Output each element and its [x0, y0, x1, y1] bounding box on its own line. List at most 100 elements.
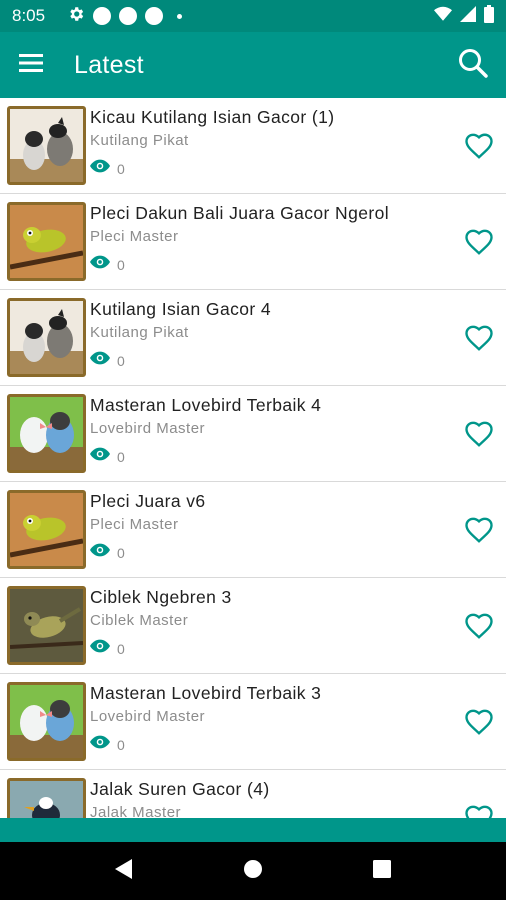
list-item[interactable]: Pleci Juara v6 Pleci Master 0 — [0, 482, 506, 578]
list-item-title: Ciblek Ngebren 3 — [90, 587, 232, 607]
wifi-icon — [434, 6, 452, 27]
home-circle-icon — [243, 859, 263, 884]
system-navigation-bar — [0, 842, 506, 900]
view-count: 0 — [90, 255, 506, 274]
view-count-value: 0 — [117, 544, 125, 561]
list-item-subtitle: Jalak Master — [90, 804, 182, 818]
white-eye-bird-thumbnail — [7, 490, 86, 569]
favorite-button[interactable] — [464, 323, 494, 353]
favorite-button[interactable] — [464, 227, 494, 257]
bulbul-birds-thumbnail — [7, 298, 86, 377]
notification-dot-icon — [119, 7, 138, 25]
menu-button[interactable] — [0, 32, 64, 98]
view-count: 0 — [90, 735, 506, 754]
list-item-subtitle: Lovebird Master — [90, 420, 206, 437]
list-item-title: Masteran Lovebird Terbaik 4 — [90, 395, 322, 415]
status-left-group: 8:05 — [12, 5, 183, 28]
prinia-bird-thumbnail — [7, 586, 86, 665]
view-count-value: 0 — [117, 256, 125, 273]
eye-icon — [90, 735, 110, 754]
list-item-title: Jalak Suren Gacor (4) — [90, 779, 270, 799]
back-triangle-icon — [114, 858, 134, 885]
list-item-text: Pleci Dakun Bali Juara Gacor Ngerol Plec… — [90, 194, 506, 274]
list-item-subtitle: Kutilang Pikat — [90, 132, 189, 149]
list-item-title: Masteran Lovebird Terbaik 3 — [90, 683, 322, 703]
recents-button[interactable] — [362, 851, 402, 891]
list-item[interactable]: Masteran Lovebird Terbaik 4 Lovebird Mas… — [0, 386, 506, 482]
list-item-text: Masteran Lovebird Terbaik 3 Lovebird Mas… — [90, 674, 506, 754]
list-item-subtitle: Lovebird Master — [90, 708, 206, 725]
list-item-text: Kutilang Isian Gacor 4 Kutilang Pikat 0 — [90, 290, 506, 370]
view-count-value: 0 — [117, 736, 125, 753]
search-icon — [457, 47, 489, 84]
view-count-value: 0 — [117, 448, 125, 465]
settings-gear-icon — [67, 5, 85, 28]
list-item[interactable]: Ciblek Ngebren 3 Ciblek Master 0 — [0, 578, 506, 674]
list-item[interactable]: Kutilang Isian Gacor 4 Kutilang Pikat 0 — [0, 290, 506, 386]
favorite-button[interactable] — [464, 803, 494, 818]
notification-dot-icon — [93, 7, 112, 25]
heart-outline-icon — [464, 421, 494, 453]
lovebirds-thumbnail — [7, 682, 86, 761]
heart-outline-icon — [464, 229, 494, 261]
eye-icon — [90, 447, 110, 466]
heart-outline-icon — [464, 517, 494, 549]
view-count: 0 — [90, 351, 506, 370]
list-item-text: Pleci Juara v6 Pleci Master 0 — [90, 482, 506, 562]
search-button[interactable] — [440, 32, 506, 98]
list-item-text: Kicau Kutilang Isian Gacor (1) Kutilang … — [90, 98, 506, 178]
list-item[interactable]: Jalak Suren Gacor (4) Jalak Master 0 — [0, 770, 506, 818]
white-eye-bird-thumbnail — [7, 202, 86, 281]
favorite-button[interactable] — [464, 515, 494, 545]
track-list[interactable]: Kicau Kutilang Isian Gacor (1) Kutilang … — [0, 98, 506, 818]
eye-icon — [90, 543, 110, 562]
heart-outline-icon — [464, 133, 494, 165]
bulbul-birds-thumbnail — [7, 106, 86, 185]
recents-square-icon — [372, 859, 391, 883]
eye-icon — [90, 255, 110, 274]
starling-bird-thumbnail — [7, 778, 86, 818]
status-right-group — [434, 4, 494, 28]
view-count-value: 0 — [117, 640, 125, 657]
home-button[interactable] — [233, 851, 273, 891]
list-item-text: Masteran Lovebird Terbaik 4 Lovebird Mas… — [90, 386, 506, 466]
favorite-button[interactable] — [464, 707, 494, 737]
list-item-text: Ciblek Ngebren 3 Ciblek Master 0 — [90, 578, 506, 658]
view-count: 0 — [90, 447, 506, 466]
status-time: 8:05 — [12, 6, 46, 25]
view-count-value: 0 — [117, 352, 125, 369]
list-item[interactable]: Pleci Dakun Bali Juara Gacor Ngerol Plec… — [0, 194, 506, 290]
view-count: 0 — [90, 159, 506, 178]
notification-dot-icon — [145, 7, 164, 25]
list-item-subtitle: Ciblek Master — [90, 612, 189, 629]
more-notifications-icon — [177, 13, 183, 19]
list-item-title: Pleci Juara v6 — [90, 491, 206, 511]
view-count: 0 — [90, 639, 506, 658]
list-item-title: Pleci Dakun Bali Juara Gacor Ngerol — [90, 203, 389, 223]
back-button[interactable] — [104, 851, 144, 891]
heart-outline-icon — [464, 709, 494, 741]
eye-icon — [90, 639, 110, 658]
favorite-button[interactable] — [464, 611, 494, 641]
heart-outline-icon — [464, 613, 494, 645]
list-item[interactable]: Masteran Lovebird Terbaik 3 Lovebird Mas… — [0, 674, 506, 770]
status-bar: 8:05 — [0, 0, 506, 32]
list-item-text: Jalak Suren Gacor (4) Jalak Master 0 — [90, 770, 506, 818]
favorite-button[interactable] — [464, 131, 494, 161]
lovebirds-thumbnail — [7, 394, 86, 473]
favorite-button[interactable] — [464, 419, 494, 449]
list-item-title: Kutilang Isian Gacor 4 — [90, 299, 271, 319]
hamburger-menu-icon — [19, 53, 45, 78]
list-item-subtitle: Pleci Master — [90, 228, 179, 245]
list-item-title: Kicau Kutilang Isian Gacor (1) — [90, 107, 335, 127]
eye-icon — [90, 159, 110, 178]
view-count: 0 — [90, 543, 506, 562]
list-item-subtitle: Kutilang Pikat — [90, 324, 189, 341]
list-item[interactable]: Kicau Kutilang Isian Gacor (1) Kutilang … — [0, 98, 506, 194]
view-count-value: 0 — [117, 160, 125, 177]
battery-icon — [484, 4, 494, 28]
cell-signal-icon — [460, 5, 476, 27]
eye-icon — [90, 351, 110, 370]
app-bar: Latest — [0, 32, 506, 98]
list-item-subtitle: Pleci Master — [90, 516, 179, 533]
